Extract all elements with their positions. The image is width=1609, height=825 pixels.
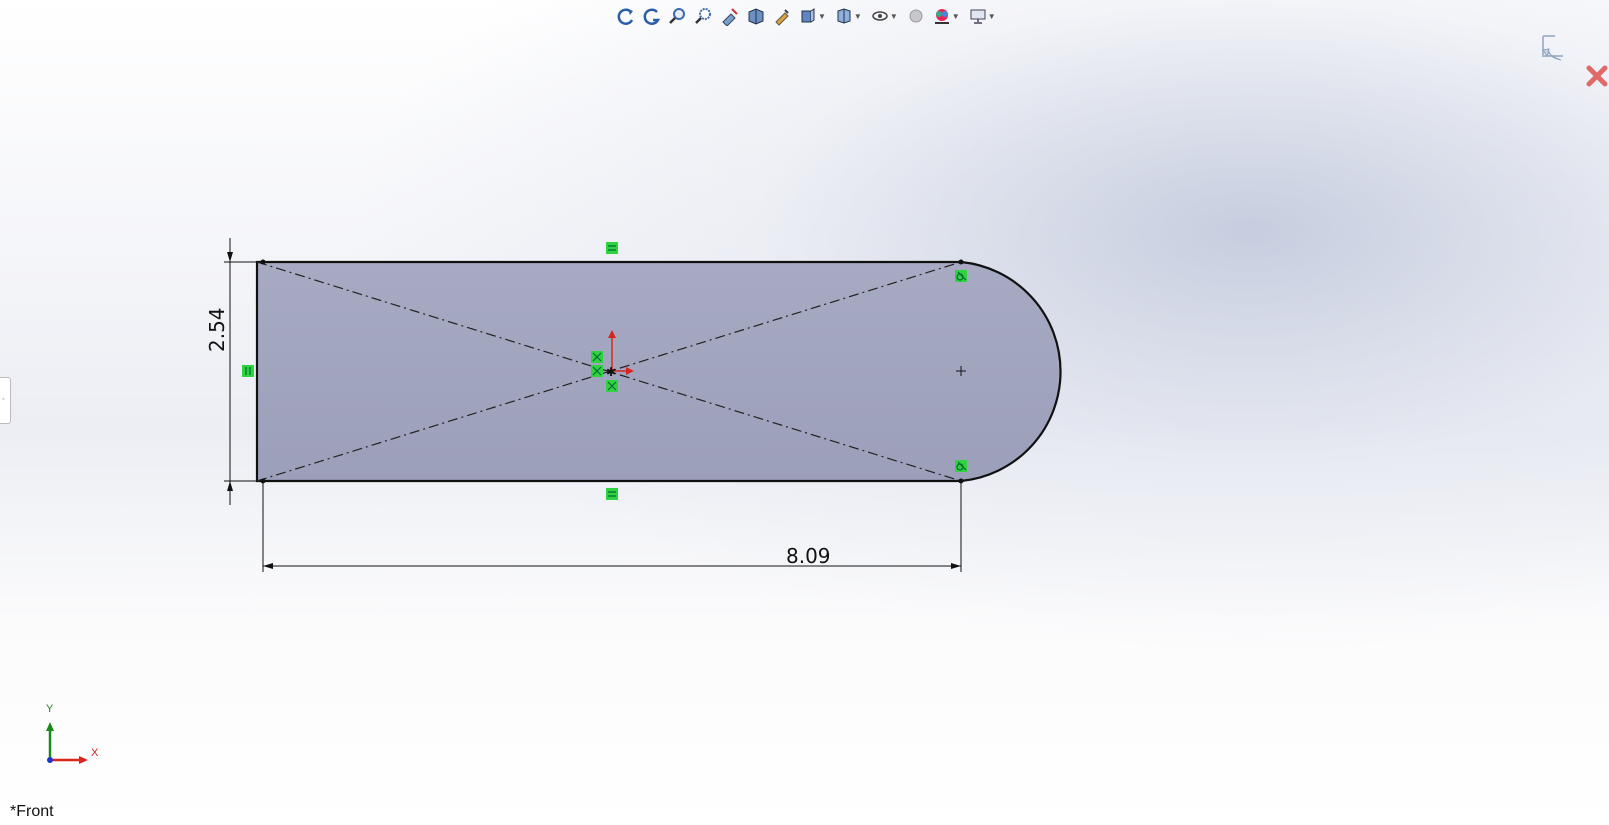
view-name-label: *Front	[10, 803, 54, 820]
tangent-relation-icon[interactable]	[955, 460, 967, 472]
horizontal-relation-icon[interactable]	[606, 242, 618, 254]
handle-grip-icon: ◦	[2, 396, 5, 403]
tangent-relation-icon[interactable]	[955, 270, 967, 282]
sketch-canvas[interactable]: ✱	[0, 0, 1609, 825]
confirmation-corner	[1542, 35, 1608, 87]
horizontal-dimension-value[interactable]: 8.09	[786, 544, 831, 568]
panel-collapse-handle[interactable]: ◦	[0, 377, 11, 424]
coincident-relation-icon[interactable]	[606, 380, 618, 392]
sketch-point[interactable]	[260, 259, 266, 265]
reference-triad	[46, 722, 88, 764]
sketch-point[interactable]	[958, 259, 964, 265]
svg-text:✱: ✱	[606, 365, 616, 379]
cancel-sketch-icon[interactable]	[1586, 65, 1608, 87]
coincident-relation-icon[interactable]	[591, 365, 603, 377]
sketch-profile[interactable]	[255, 260, 1062, 483]
triad-x-label: X	[91, 747, 99, 759]
exit-sketch-icon[interactable]	[1542, 35, 1563, 61]
sketch-point[interactable]	[260, 478, 266, 484]
triad-y-label: Y	[46, 703, 54, 715]
coincident-relation-icon[interactable]	[591, 351, 603, 363]
vertical-dimension-value[interactable]: 2.54	[205, 307, 229, 352]
horizontal-relation-icon[interactable]	[606, 488, 618, 500]
vertical-relation-icon[interactable]	[242, 365, 254, 377]
sketch-point[interactable]	[958, 478, 964, 484]
